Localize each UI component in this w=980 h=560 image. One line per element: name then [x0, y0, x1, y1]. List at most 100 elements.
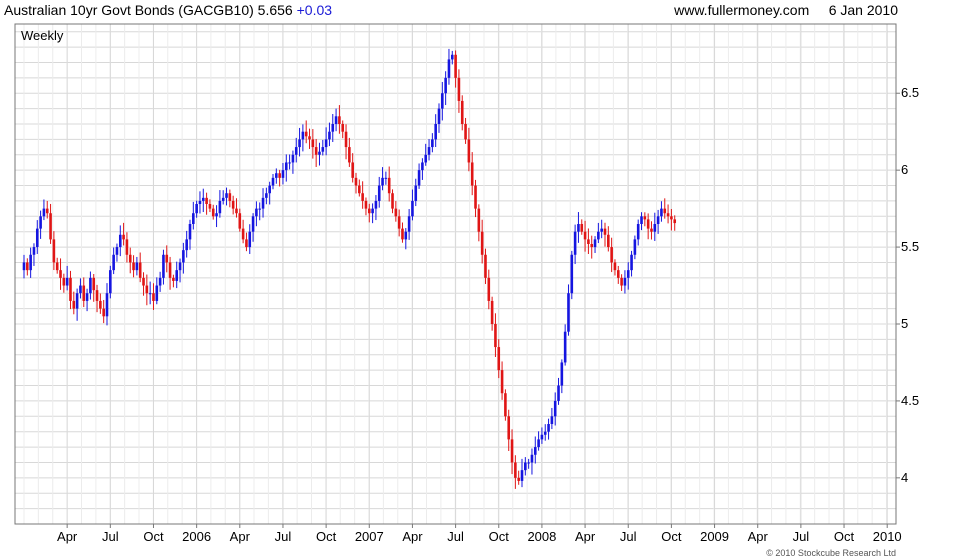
candle-body	[99, 300, 102, 309]
candle-body	[328, 131, 331, 140]
candle-body	[175, 270, 179, 281]
candle-body	[89, 277, 92, 294]
x-tick-label: Oct	[143, 529, 164, 544]
candle-body	[620, 277, 623, 286]
x-tick-label: Jul	[793, 529, 810, 544]
candle-body	[630, 254, 633, 271]
candle-body	[563, 331, 567, 363]
candle-body	[510, 439, 514, 463]
candle-body	[331, 124, 335, 132]
candle-body	[238, 213, 242, 229]
candle-body	[338, 116, 341, 124]
candle-body	[520, 470, 524, 481]
candle-body	[553, 400, 557, 417]
candle-body	[62, 277, 66, 286]
candle-body	[610, 247, 613, 263]
candle-body	[192, 213, 195, 224]
candle-body	[477, 208, 481, 232]
candle-body	[666, 213, 670, 217]
candle-body	[95, 290, 99, 301]
candle-body	[69, 277, 72, 301]
candle-body	[211, 208, 215, 217]
candle-body	[182, 250, 185, 263]
x-tick-label: Oct	[316, 529, 337, 544]
candle-body	[480, 231, 484, 255]
candle-body	[321, 147, 325, 152]
candle-body	[484, 254, 487, 278]
x-axis: Apr Jul Oct 2006 Apr Jul Oct 2007 Apr Jul Oct 2008 A…	[57, 524, 902, 544]
candle-body	[497, 347, 501, 371]
candle-body	[421, 162, 424, 171]
candle-body	[72, 300, 76, 309]
candle-body	[397, 216, 401, 229]
candle-body	[500, 370, 504, 394]
x-tick-label: Apr	[402, 529, 423, 544]
candle-body	[118, 234, 122, 248]
candle-body	[314, 147, 318, 155]
candle-body	[122, 234, 125, 240]
candle-body	[79, 285, 82, 294]
candle-body	[158, 277, 162, 286]
candle-body	[29, 254, 32, 271]
candle-body	[560, 362, 564, 386]
candle-body	[304, 131, 308, 137]
candle-body	[441, 93, 444, 109]
candle-body	[567, 293, 570, 332]
y-tick-label: 4	[901, 470, 908, 485]
candle-body	[633, 239, 637, 255]
candle-body	[82, 285, 86, 301]
candle-body	[318, 151, 321, 155]
interval-label: Weekly	[21, 28, 64, 43]
candle-body	[384, 177, 388, 179]
candle-body	[583, 231, 587, 240]
candle-body	[434, 124, 437, 140]
candle-body	[414, 185, 418, 201]
candle-body	[258, 208, 262, 210]
candle-body	[643, 216, 647, 220]
candle-body	[573, 231, 577, 255]
candle-body	[543, 431, 547, 435]
candle-body	[358, 185, 361, 194]
candle-body	[411, 200, 414, 217]
candle-body	[49, 213, 52, 240]
candle-body	[75, 293, 79, 309]
candle-body	[590, 244, 594, 248]
candle-body	[673, 219, 677, 224]
candle-body	[417, 170, 421, 186]
candle-body	[437, 108, 441, 124]
candle-body	[660, 208, 663, 217]
candle-body	[205, 197, 208, 204]
candle-body	[450, 54, 454, 60]
candle-body	[547, 424, 550, 432]
y-tick-label: 5.5	[901, 239, 919, 254]
candle-body	[444, 77, 447, 94]
x-tick-label: 2009	[700, 529, 729, 544]
candle-body	[112, 254, 115, 271]
candle-body	[291, 154, 295, 163]
candle-body	[427, 147, 431, 155]
candle-body	[530, 454, 534, 463]
candle-body	[92, 277, 96, 291]
x-tick-label: 2008	[527, 529, 556, 544]
y-tick-label: 4.5	[901, 393, 919, 408]
candle-body	[391, 193, 394, 209]
candle-body	[334, 116, 338, 124]
candle-body	[387, 177, 391, 194]
candle-body	[225, 193, 228, 198]
candle-body	[138, 262, 142, 278]
candle-body	[467, 139, 471, 163]
candle-body	[281, 170, 285, 178]
candle-body	[636, 224, 640, 240]
candle-body	[470, 162, 474, 186]
candle-body	[235, 208, 238, 214]
candle-body	[607, 234, 610, 248]
candle-body	[311, 139, 315, 148]
candle-body	[460, 100, 464, 124]
candle-body	[361, 193, 364, 201]
candle-body	[155, 285, 159, 301]
candle-body	[626, 270, 630, 278]
grid-lines	[15, 24, 896, 524]
candle-body	[65, 277, 69, 286]
candle-body	[616, 270, 620, 278]
candle-body	[394, 208, 398, 217]
